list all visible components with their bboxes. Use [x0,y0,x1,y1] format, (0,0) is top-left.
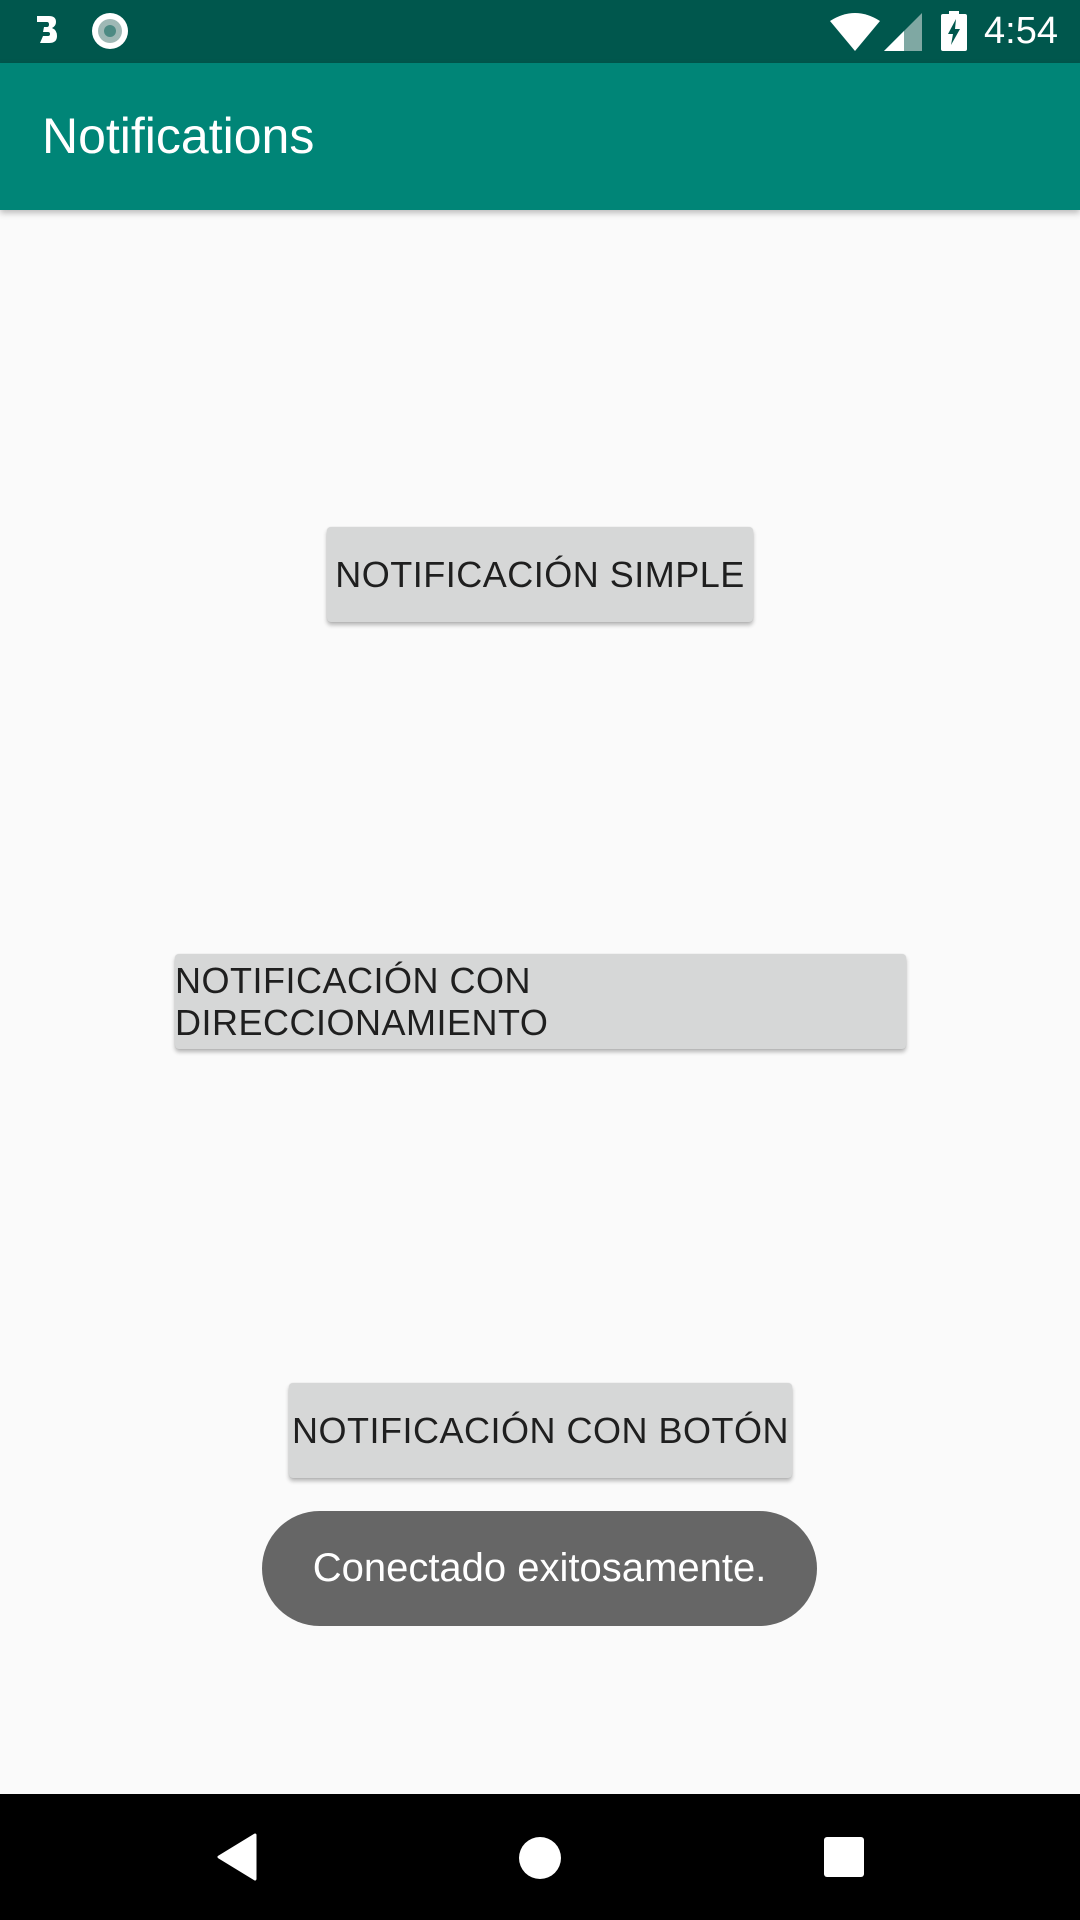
toast-message: Conectado exitosamente. [262,1511,817,1626]
app-title: Notifications [42,108,315,164]
record-notification-icon [92,13,128,49]
b-notification-icon [37,16,57,43]
navigation-bar [0,1794,1080,1920]
simple-notification-button[interactable]: NOTIFICACIÓN SIMPLE [327,527,753,622]
redirect-notification-button[interactable]: NOTIFICACIÓN CON DIRECCIONAMIENTO [175,954,906,1049]
button-notification-button[interactable]: NOTIFICACIÓN CON BOTÓN [289,1383,792,1478]
recents-icon[interactable] [823,1836,865,1878]
home-icon[interactable] [518,1836,562,1880]
status-time: 4:54 [984,10,1058,52]
wifi-icon [830,13,880,51]
cell-signal-icon [884,13,922,51]
app-bar: Notifications [0,63,1080,210]
back-icon[interactable] [215,1833,257,1881]
status-bar: 4:54 [0,0,1080,63]
toast-text: Conectado exitosamente. [312,1546,767,1590]
battery-charging-icon [941,11,967,51]
